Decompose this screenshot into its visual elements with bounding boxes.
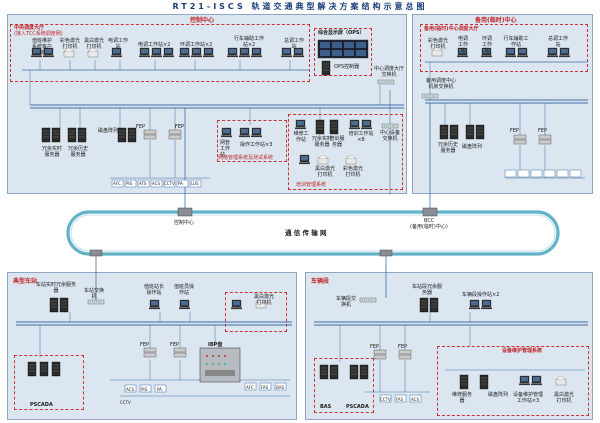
st-ws-2: 黑白激光打印机 xyxy=(253,294,274,306)
maint-title: 设备维护管理系统 xyxy=(502,348,543,354)
core-switch-label: 中心调度大厅交换机 xyxy=(374,66,405,78)
cc-fep-1: FEP xyxy=(175,124,185,130)
cc-fep-0: FEP xyxy=(136,124,146,130)
st-sub-1: FAS xyxy=(261,385,269,390)
st-server-label: 车站实时冗余服务器 xyxy=(36,282,77,294)
bk-user-1: 电调工作站 xyxy=(457,36,468,54)
cc-server-2: 磁盘阵列 xyxy=(98,128,119,134)
st-ws-0: 值班站长操作站 xyxy=(143,284,164,296)
cc-sub-2: ATS xyxy=(139,181,147,186)
st-switch-label: 车站交换机 xyxy=(83,288,104,300)
ops-ctrl-label: OPS控制器 xyxy=(334,64,360,70)
cc-user-2: 黑白激光打印机 xyxy=(84,38,105,50)
dispatch-note-label: (接入TCC系统调度网) xyxy=(14,31,63,37)
bk-fep-0: FEP xyxy=(510,128,520,134)
cc-user-7: 总调工作站 xyxy=(284,38,305,50)
dp-fep-1: FEP xyxy=(398,344,408,350)
dp-fep-0: FEP xyxy=(370,344,380,350)
st-sub-2: BAS xyxy=(276,385,285,390)
cc-user-1: 彩色激光打印机 xyxy=(60,38,81,50)
bk-server-0: 冗余历史服务器 xyxy=(437,142,458,154)
maint-item-3: 黑白激光打印机 xyxy=(553,392,574,404)
dp-server-label: 车站段冗余服务器 xyxy=(411,284,442,296)
cc-user-0: 值班维护系统客户端 xyxy=(31,38,52,56)
dp-sub-1: FAS xyxy=(396,397,404,402)
cc-user-5: 环调工作站×2 xyxy=(180,42,213,48)
maint-item-1: 磁盘阵列 xyxy=(488,392,509,398)
training-label: 培训管理系统 xyxy=(296,182,327,188)
train-item-3: 培训工作站×8 xyxy=(348,131,374,143)
diagram-canvas: { "title": "RT21-ISCS 轨道交通典型解决方案结构示意总图",… xyxy=(0,0,600,423)
ibp-label: IBP盘 xyxy=(208,342,223,348)
backup-hall-label: 备用(临时)中心调度大厅 xyxy=(424,26,479,32)
net-item-1: 操作工作站×3 xyxy=(240,142,273,148)
bk-server-1: 磁盘阵列 xyxy=(462,144,483,150)
cc-sub-4: CCTV xyxy=(164,181,175,186)
st-fep-1: FEP xyxy=(170,342,180,348)
ring-control-node: 控制中心 xyxy=(174,220,195,226)
maint-item-2: 设备维护管理工作站×3 xyxy=(512,392,543,404)
st-sub-4: PIS xyxy=(141,387,148,392)
train-item-6: 中心设备交换机 xyxy=(379,130,400,142)
cc-server-0: 冗余实时服务器 xyxy=(41,146,62,158)
bk-user-2: 环调工作站 xyxy=(481,36,492,54)
network-lines xyxy=(16,39,588,403)
cc-user-3: 电调工作站 xyxy=(108,38,129,50)
cc-sub-3: ACS xyxy=(152,181,160,186)
st-fep-0: FEP xyxy=(140,342,150,348)
bk-user-0: 彩色激光打印机 xyxy=(428,38,449,50)
cc-sub-6: LUS xyxy=(191,181,199,186)
dp-sub-2: ACS xyxy=(411,397,419,402)
maint-item-0: 维修服务器 xyxy=(452,392,473,404)
st-sub-5: PA xyxy=(157,387,162,392)
st-pscada-label: PSCADA xyxy=(30,402,53,408)
ring-label: 通 信 传 输 网 xyxy=(285,229,327,237)
cc-user-4: 电调工作站×2 xyxy=(138,42,171,48)
cc-sub-1: PIS xyxy=(126,181,133,186)
st-sub-6: CCTV xyxy=(120,400,131,405)
st-sub-0: AFC xyxy=(246,385,254,390)
bk-switch-label: 备用调度中心机房交换机 xyxy=(425,78,456,90)
train-item-4: 黑白激光打印机 xyxy=(314,166,335,178)
train-item-2: 培训服务器 xyxy=(329,136,345,148)
train-item-0: 维修工作站 xyxy=(293,131,309,143)
cc-server-1: 冗余历史服务器 xyxy=(67,146,88,158)
ring-bcc-sub: (备用(临时)中心) xyxy=(410,224,448,230)
st-sub-3: ACS xyxy=(126,387,134,392)
dp-pscada-label: PSCADA xyxy=(346,404,369,410)
dp-sub-0: CCTV xyxy=(380,397,391,402)
bk-user-4: 总调工作站 xyxy=(547,36,568,48)
dp-bas-label: BAS xyxy=(320,404,332,410)
dp-switch-label: 车辆段交换机 xyxy=(335,296,356,308)
train-item-5: 彩色激光打印机 xyxy=(342,166,363,178)
bk-fep-1: FEP xyxy=(538,128,548,134)
ops-label: 综合显示屏（OPS） xyxy=(318,30,365,36)
st-ws-1: 值班员操作站 xyxy=(173,284,194,296)
cc-sub-5: PA xyxy=(178,181,183,186)
dp-ws-label: 车辆段操作站×2 xyxy=(462,292,500,298)
cc-user-6: 行车辅助工作站×2 xyxy=(233,36,264,48)
bk-user-3: 行车辅助工作站 xyxy=(503,36,529,48)
network-mgmt-label: 网络管理系统及测试系统 xyxy=(218,155,274,161)
cc-sub-0: AFC xyxy=(113,181,121,186)
